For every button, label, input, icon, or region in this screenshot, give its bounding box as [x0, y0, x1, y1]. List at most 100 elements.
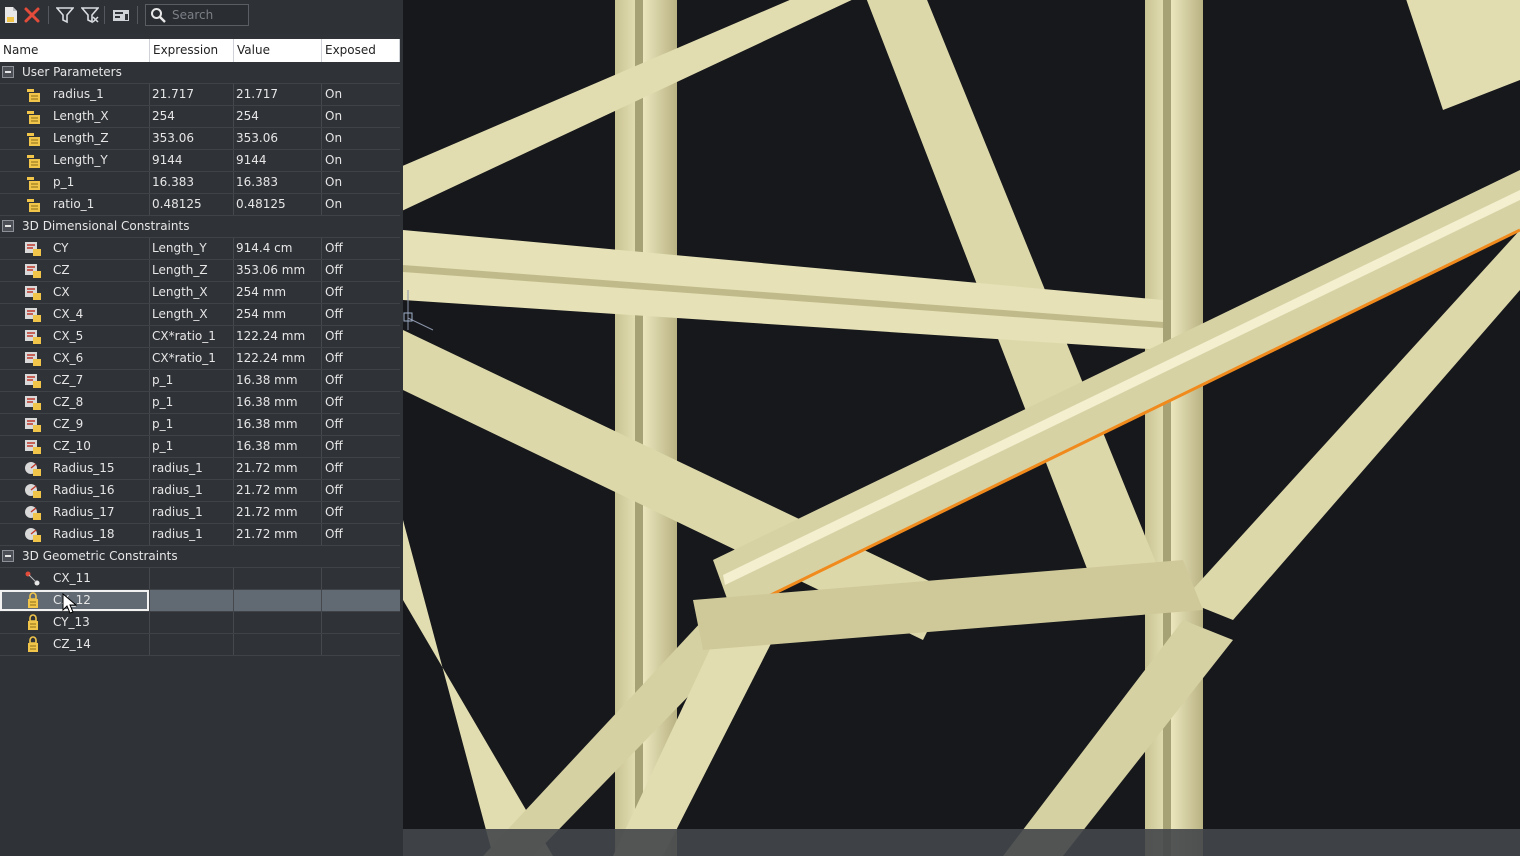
- parameter-name[interactable]: CX_11: [53, 568, 147, 589]
- exposed-cell[interactable]: Off: [325, 304, 399, 325]
- expression-cell[interactable]: radius_1: [152, 502, 232, 523]
- parameter-row[interactable]: Radius_17 radius_1 21.72 mm Off: [0, 502, 400, 524]
- parameter-name[interactable]: Radius_16: [53, 480, 147, 501]
- new-parameter-icon[interactable]: [0, 4, 22, 26]
- parameter-row[interactable]: CZ Length_Z 353.06 mm Off: [0, 260, 400, 282]
- truss-model[interactable]: [403, 0, 1520, 856]
- collapse-icon[interactable]: [2, 66, 14, 78]
- parameter-name[interactable]: CZ_10: [53, 436, 147, 457]
- expression-cell[interactable]: CX*ratio_1: [152, 326, 232, 347]
- parameter-row[interactable]: Radius_16 radius_1 21.72 mm Off: [0, 480, 400, 502]
- expression-cell[interactable]: radius_1: [152, 524, 232, 545]
- expression-cell[interactable]: 21.717: [152, 84, 232, 105]
- parameter-row[interactable]: CZ_14: [0, 634, 400, 656]
- parameter-name[interactable]: CZ_14: [53, 634, 147, 655]
- expression-cell[interactable]: [152, 590, 232, 611]
- expression-cell[interactable]: [152, 568, 232, 589]
- parameter-name[interactable]: CY_13: [53, 612, 147, 633]
- parameter-name[interactable]: Radius_18: [53, 524, 147, 545]
- column-header-name[interactable]: Name: [0, 39, 150, 62]
- parameter-name[interactable]: radius_1: [53, 84, 147, 105]
- parameter-row[interactable]: radius_1 21.717 21.717 On: [0, 84, 400, 106]
- exposed-cell[interactable]: On: [325, 150, 399, 171]
- parameter-row[interactable]: Length_Z 353.06 353.06 On: [0, 128, 400, 150]
- exposed-cell[interactable]: Off: [325, 524, 399, 545]
- value-cell[interactable]: [236, 634, 320, 655]
- value-cell[interactable]: 254 mm: [236, 304, 320, 325]
- parameter-row[interactable]: CX_11: [0, 568, 400, 590]
- exposed-cell[interactable]: Off: [325, 326, 399, 347]
- exposed-cell[interactable]: Off: [325, 480, 399, 501]
- parameter-row[interactable]: CZ_9 p_1 16.38 mm Off: [0, 414, 400, 436]
- parameter-name[interactable]: CZ_9: [53, 414, 147, 435]
- parameter-row[interactable]: Radius_18 radius_1 21.72 mm Off: [0, 524, 400, 546]
- expression-cell[interactable]: radius_1: [152, 480, 232, 501]
- parameter-name[interactable]: CX: [53, 282, 147, 303]
- parameter-name[interactable]: CX_5: [53, 326, 147, 347]
- value-cell[interactable]: 16.38 mm: [236, 436, 320, 457]
- expression-cell[interactable]: Length_Y: [152, 238, 232, 259]
- exposed-cell[interactable]: Off: [325, 370, 399, 391]
- expression-cell[interactable]: radius_1: [152, 458, 232, 479]
- value-cell[interactable]: 21.717: [236, 84, 320, 105]
- parameter-name[interactable]: Length_Y: [53, 150, 147, 171]
- collapse-icon[interactable]: [2, 550, 14, 562]
- parameter-name[interactable]: Radius_15: [53, 458, 147, 479]
- value-cell[interactable]: [236, 612, 320, 633]
- exposed-cell[interactable]: Off: [325, 414, 399, 435]
- parameter-name[interactable]: CZ_8: [53, 392, 147, 413]
- expression-cell[interactable]: Length_X: [152, 304, 232, 325]
- exposed-cell[interactable]: Off: [325, 502, 399, 523]
- value-cell[interactable]: 353.06: [236, 128, 320, 149]
- value-cell[interactable]: 16.38 mm: [236, 414, 320, 435]
- delete-icon[interactable]: [21, 4, 43, 26]
- expression-cell[interactable]: 9144: [152, 150, 232, 171]
- column-header-exposed[interactable]: Exposed: [322, 39, 400, 62]
- exposed-cell[interactable]: [325, 568, 399, 589]
- parameter-name[interactable]: CY: [53, 238, 147, 259]
- value-cell[interactable]: 16.383: [236, 172, 320, 193]
- parameter-row[interactable]: CX_6 CX*ratio_1 122.24 mm Off: [0, 348, 400, 370]
- exposed-cell[interactable]: [325, 612, 399, 633]
- parameter-row[interactable]: CX_12: [0, 590, 400, 612]
- group-row[interactable]: User Parameters: [0, 62, 400, 84]
- value-cell[interactable]: 16.38 mm: [236, 392, 320, 413]
- expression-cell[interactable]: p_1: [152, 436, 232, 457]
- value-cell[interactable]: 0.48125: [236, 194, 320, 215]
- expression-cell[interactable]: [152, 634, 232, 655]
- parameter-name[interactable]: Radius_17: [53, 502, 147, 523]
- 3d-viewport[interactable]: [403, 0, 1520, 856]
- exposed-cell[interactable]: On: [325, 172, 399, 193]
- expression-cell[interactable]: 254: [152, 106, 232, 127]
- value-cell[interactable]: 254: [236, 106, 320, 127]
- exposed-cell[interactable]: On: [325, 106, 399, 127]
- expression-cell[interactable]: 16.383: [152, 172, 232, 193]
- parameter-row[interactable]: CX Length_X 254 mm Off: [0, 282, 400, 304]
- collapse-icon[interactable]: [2, 220, 14, 232]
- manage-icon[interactable]: [110, 4, 132, 26]
- value-cell[interactable]: 21.72 mm: [236, 480, 320, 501]
- expression-cell[interactable]: [152, 612, 232, 633]
- parameter-name[interactable]: p_1: [53, 172, 147, 193]
- parameter-name[interactable]: Length_Z: [53, 128, 147, 149]
- parameter-row[interactable]: Length_Y 9144 9144 On: [0, 150, 400, 172]
- parameter-row[interactable]: Radius_15 radius_1 21.72 mm Off: [0, 458, 400, 480]
- exposed-cell[interactable]: [325, 634, 399, 655]
- value-cell[interactable]: 914.4 cm: [236, 238, 320, 259]
- value-cell[interactable]: 254 mm: [236, 282, 320, 303]
- parameter-row[interactable]: CZ_7 p_1 16.38 mm Off: [0, 370, 400, 392]
- exposed-cell[interactable]: Off: [325, 348, 399, 369]
- parameter-name[interactable]: ratio_1: [53, 194, 147, 215]
- expression-cell[interactable]: Length_Z: [152, 260, 232, 281]
- parameter-row[interactable]: CZ_8 p_1 16.38 mm Off: [0, 392, 400, 414]
- clear-filter-icon[interactable]: [79, 4, 101, 26]
- exposed-cell[interactable]: Off: [325, 238, 399, 259]
- expression-cell[interactable]: 0.48125: [152, 194, 232, 215]
- exposed-cell[interactable]: On: [325, 84, 399, 105]
- expression-cell[interactable]: p_1: [152, 414, 232, 435]
- parameter-row[interactable]: CY_13: [0, 612, 400, 634]
- viewport-horizontal-scrollbar[interactable]: [403, 829, 1520, 856]
- search-input[interactable]: [172, 6, 246, 24]
- value-cell[interactable]: 122.24 mm: [236, 326, 320, 347]
- column-header-expression[interactable]: Expression: [150, 39, 234, 62]
